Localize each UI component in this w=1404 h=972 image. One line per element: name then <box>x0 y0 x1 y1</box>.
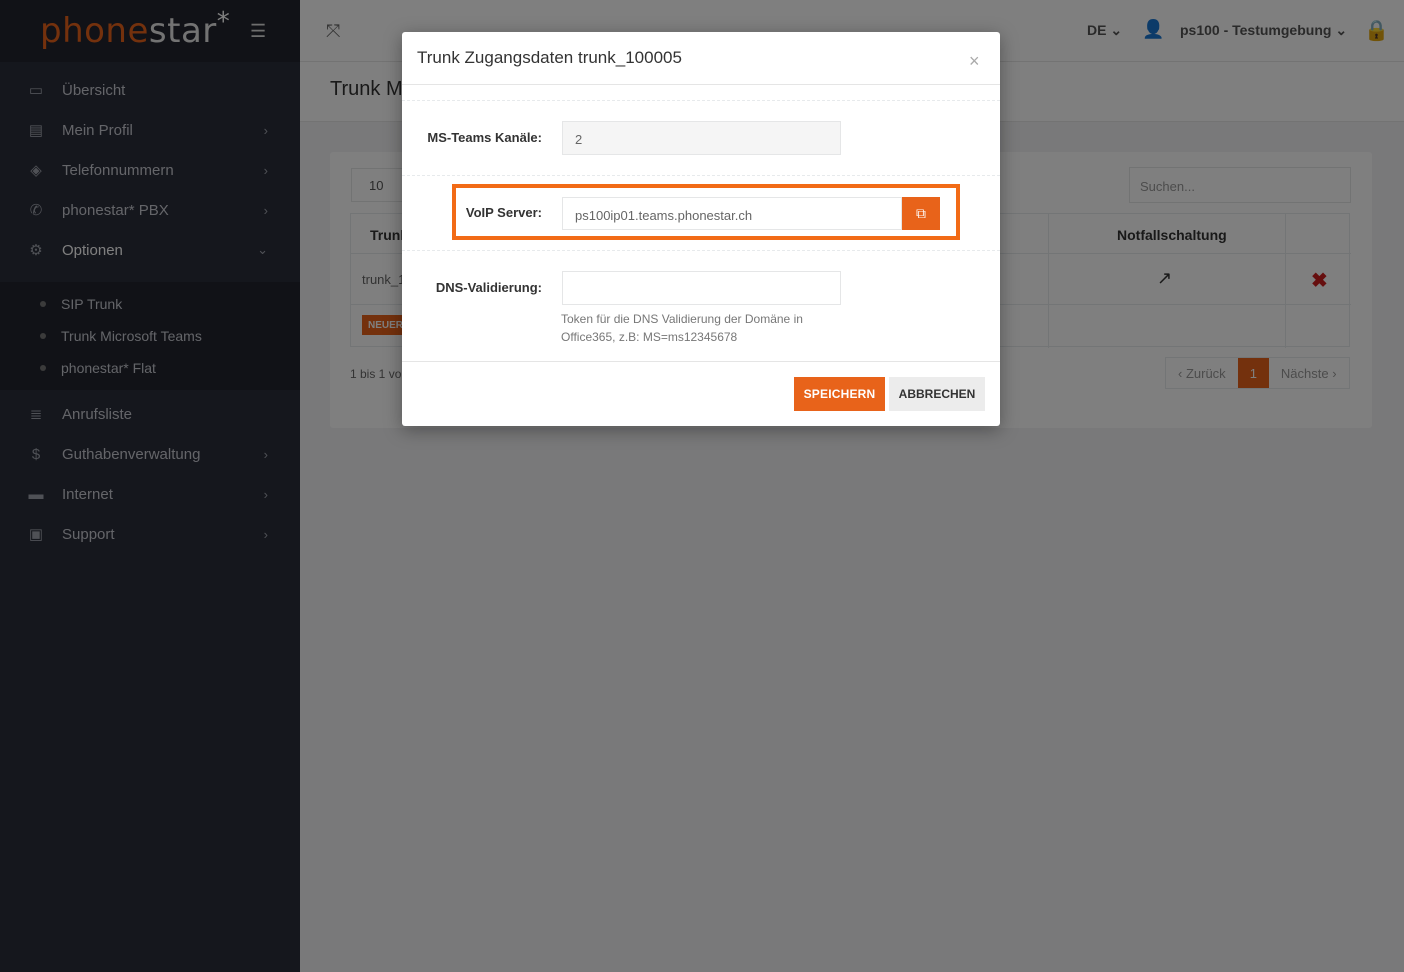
channels-field[interactable]: 2 <box>562 121 841 155</box>
form-divider <box>402 250 1000 251</box>
voip-server-field[interactable]: ps100ip01.teams.phonestar.ch <box>562 197 902 230</box>
modal-header: Trunk Zugangsdaten trunk_100005 × <box>402 32 1000 85</box>
copy-button[interactable]: ⧉ <box>902 197 940 230</box>
voip-server-label: VoIP Server: <box>465 205 542 220</box>
save-button[interactable]: SPEICHERN <box>794 377 885 411</box>
modal-title: Trunk Zugangsdaten trunk_100005 <box>417 48 682 67</box>
close-icon[interactable]: × <box>969 52 980 70</box>
channels-label: MS-Teams Kanäle: <box>427 130 542 145</box>
form-divider <box>402 175 1000 176</box>
cancel-button[interactable]: ABBRECHEN <box>889 377 985 411</box>
dns-help-text: Token für die DNS Validierung der Domäne… <box>561 312 803 344</box>
copy-icon: ⧉ <box>916 205 926 221</box>
dns-validation-field[interactable] <box>562 271 841 305</box>
credentials-modal: Trunk Zugangsdaten trunk_100005 × MS-Tea… <box>402 32 1000 426</box>
modal-footer-divider <box>402 361 1000 362</box>
dns-validation-label: DNS-Validierung: <box>435 280 542 295</box>
form-divider <box>402 100 1000 101</box>
